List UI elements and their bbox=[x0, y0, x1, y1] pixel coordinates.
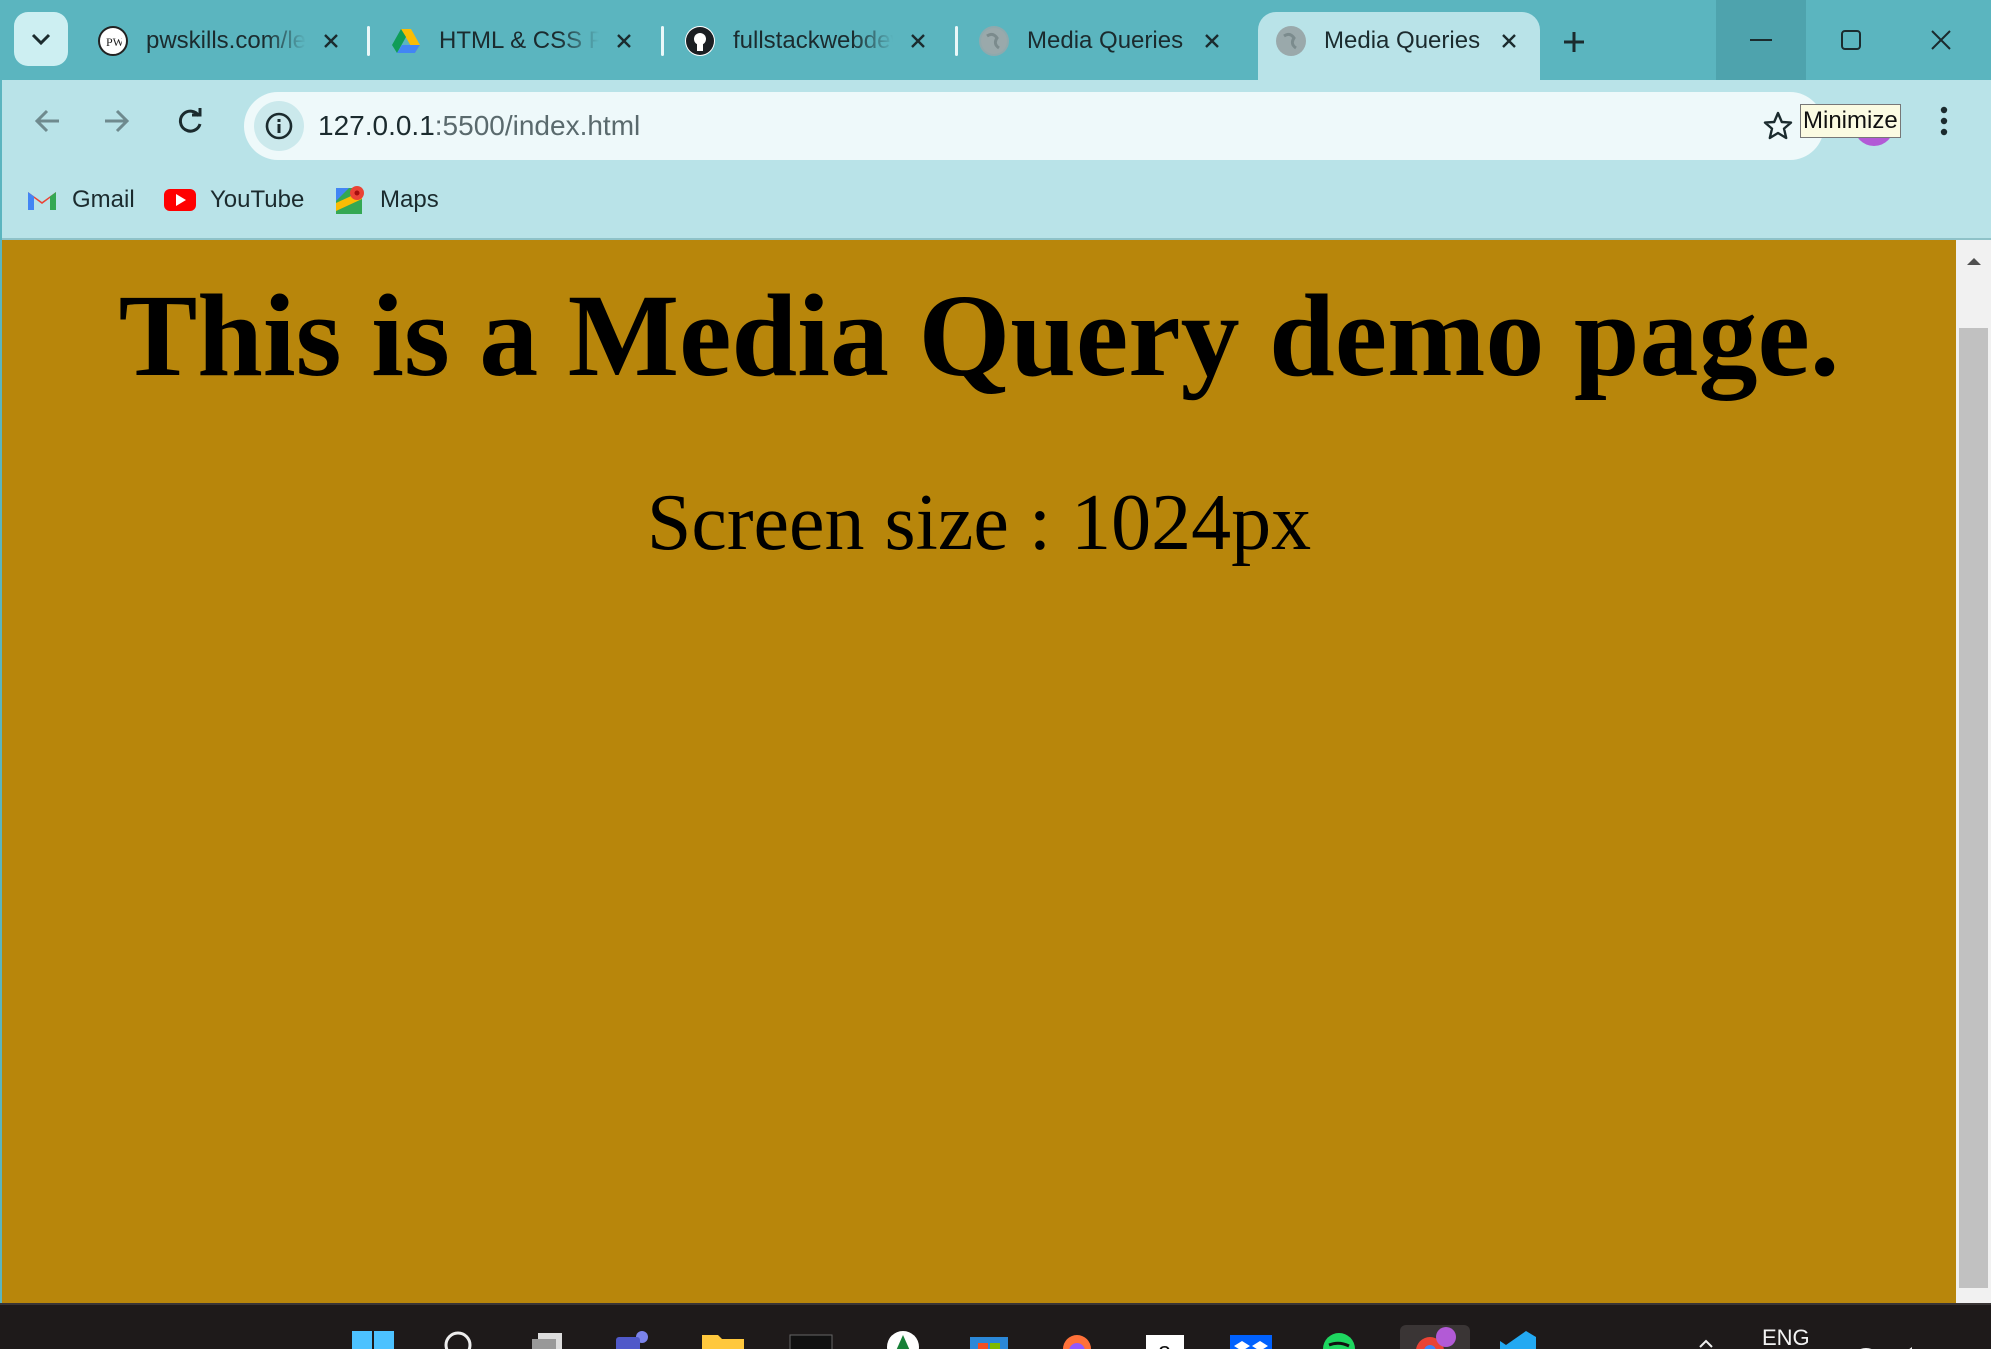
address-bar[interactable]: 127.0.0.1:5500/index.html bbox=[244, 92, 1824, 160]
tab-pwskills[interactable]: PW pwskills.com/learn bbox=[80, 12, 362, 70]
tab-title: fullstackwebdev bbox=[733, 27, 893, 54]
chevron-down-icon bbox=[31, 33, 51, 46]
spotify-icon[interactable] bbox=[1316, 1325, 1362, 1349]
start-icon[interactable] bbox=[350, 1325, 396, 1349]
browser-window: PW pwskills.com/learn HTML & CSS Practic… bbox=[0, 0, 1991, 1349]
browser-menu-button[interactable] bbox=[1924, 98, 1964, 144]
maximize-button[interactable] bbox=[1806, 0, 1896, 80]
arrow-left-icon bbox=[34, 109, 59, 133]
youtube-icon bbox=[164, 186, 196, 214]
tab-separator bbox=[955, 26, 958, 56]
chrome-icon[interactable] bbox=[1400, 1325, 1470, 1349]
task-view-icon[interactable] bbox=[526, 1325, 572, 1349]
reload-icon bbox=[178, 108, 202, 133]
svg-text:a: a bbox=[1158, 1338, 1172, 1349]
close-tab-icon[interactable] bbox=[611, 28, 637, 54]
language-indicator[interactable]: ENG bbox=[1762, 1325, 1810, 1349]
vertical-scrollbar[interactable] bbox=[1956, 240, 1991, 1303]
url-text[interactable]: 127.0.0.1:5500/index.html bbox=[318, 110, 640, 142]
minimize-icon bbox=[1750, 39, 1772, 41]
google-drive-icon bbox=[391, 26, 421, 56]
tab-title: HTML & CSS Practice bbox=[439, 27, 599, 54]
bookmarks-bar: Gmail YouTube Maps bbox=[2, 162, 1991, 240]
url-host: 127.0.0.1 bbox=[318, 110, 435, 141]
plus-icon bbox=[1564, 32, 1584, 52]
forward-button[interactable] bbox=[94, 98, 140, 144]
tab-media-queries-active[interactable]: Media Queries bbox=[1258, 12, 1540, 80]
new-tab-button[interactable] bbox=[1552, 20, 1596, 64]
search-icon[interactable] bbox=[436, 1325, 482, 1349]
maps-icon bbox=[334, 186, 366, 214]
github-icon bbox=[685, 26, 715, 56]
microsoft-store-icon[interactable] bbox=[966, 1325, 1012, 1349]
volume-icon[interactable] bbox=[1890, 1325, 1930, 1349]
terminal-icon[interactable] bbox=[788, 1325, 834, 1349]
minimize-button[interactable] bbox=[1716, 0, 1806, 80]
scrollbar-thumb[interactable] bbox=[1959, 328, 1988, 1288]
close-window-button[interactable] bbox=[1896, 0, 1986, 80]
gmail-icon bbox=[26, 186, 58, 214]
browser-toolbar: 127.0.0.1:5500/index.html bbox=[2, 80, 1991, 162]
pwskills-icon: PW bbox=[98, 26, 128, 56]
back-button[interactable] bbox=[24, 98, 70, 144]
site-info-button[interactable] bbox=[254, 101, 304, 151]
dropbox-icon[interactable] bbox=[1228, 1325, 1274, 1349]
globe-icon bbox=[979, 26, 1009, 56]
page-viewport: This is a Media Query demo page. Screen … bbox=[2, 240, 1956, 1303]
tab-html-css[interactable]: HTML & CSS Practice bbox=[373, 12, 655, 70]
tab-title: Media Queries bbox=[1324, 27, 1481, 54]
tab-media-queries[interactable]: Media Queries bbox=[961, 12, 1243, 70]
bookmark-gmail[interactable]: Gmail bbox=[26, 182, 135, 218]
chevron-up-icon[interactable] bbox=[1696, 1325, 1716, 1349]
maximize-icon bbox=[1841, 30, 1861, 50]
wifi-icon[interactable] bbox=[1846, 1325, 1886, 1349]
url-path: :5500/index.html bbox=[434, 110, 641, 141]
more-vertical-icon bbox=[1940, 106, 1948, 136]
bookmark-label: Gmail bbox=[72, 186, 135, 213]
amazon-icon[interactable]: a bbox=[1142, 1325, 1188, 1349]
close-tab-icon[interactable] bbox=[318, 28, 344, 54]
minimize-tooltip: Minimize bbox=[1800, 104, 1901, 138]
close-tab-icon[interactable] bbox=[1496, 28, 1522, 54]
triangle-up-icon bbox=[1966, 258, 1981, 265]
tab-title: pwskills.com/learn bbox=[146, 27, 306, 54]
globe-icon bbox=[1276, 26, 1306, 56]
os-taskbar: a ENG bbox=[0, 1303, 1991, 1349]
close-tab-icon[interactable] bbox=[1199, 28, 1225, 54]
tab-strip: PW pwskills.com/learn HTML & CSS Practic… bbox=[0, 0, 1991, 80]
teams-icon[interactable] bbox=[612, 1325, 658, 1349]
app-icon[interactable] bbox=[880, 1325, 926, 1349]
info-icon bbox=[265, 112, 293, 140]
close-icon bbox=[1931, 30, 1951, 50]
bookmark-label: Maps bbox=[380, 186, 439, 213]
page-heading: This is a Media Query demo page. bbox=[118, 270, 1840, 401]
scroll-up-arrow[interactable] bbox=[1956, 248, 1991, 274]
tab-title: Media Queries bbox=[1027, 27, 1184, 54]
file-explorer-icon[interactable] bbox=[700, 1325, 746, 1349]
star-icon bbox=[1763, 111, 1793, 140]
svg-text:PW: PW bbox=[106, 35, 122, 49]
reload-button[interactable] bbox=[167, 98, 213, 144]
tab-search-button[interactable] bbox=[14, 12, 68, 66]
bookmark-star-button[interactable] bbox=[1758, 106, 1798, 146]
bookmark-maps[interactable]: Maps bbox=[334, 182, 439, 218]
battery-icon[interactable] bbox=[1940, 1325, 1980, 1349]
firefox-icon[interactable] bbox=[1054, 1325, 1100, 1349]
close-tab-icon[interactable] bbox=[905, 28, 931, 54]
tab-separator bbox=[367, 26, 370, 56]
tab-github[interactable]: fullstackwebdev bbox=[667, 12, 949, 70]
arrow-right-icon bbox=[105, 109, 130, 133]
bookmark-youtube[interactable]: YouTube bbox=[164, 182, 304, 218]
screen-size-text: Screen size : 1024px bbox=[646, 479, 1312, 567]
vscode-icon[interactable] bbox=[1494, 1325, 1540, 1349]
bookmark-label: YouTube bbox=[210, 186, 305, 213]
tab-separator bbox=[661, 26, 664, 56]
